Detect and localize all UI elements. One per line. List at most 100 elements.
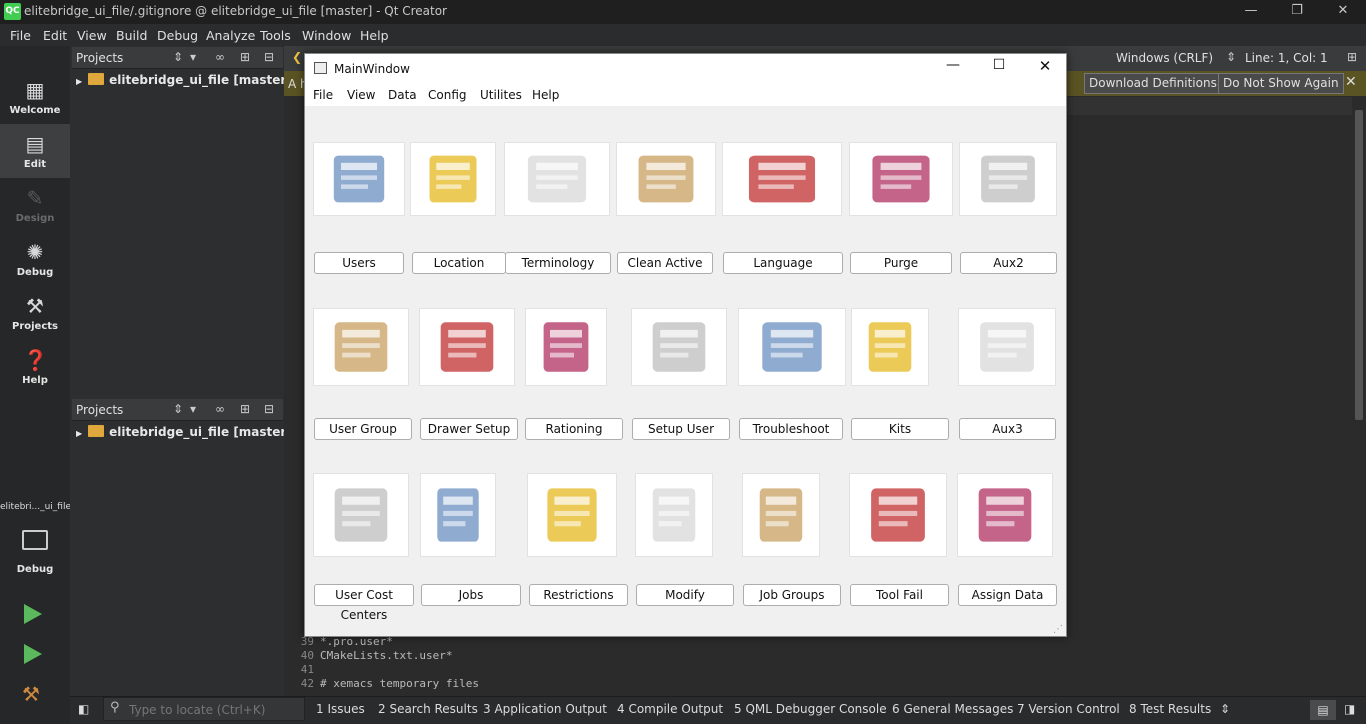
line-endings-arrows-icon[interactable]: ⇕ [1226,50,1236,64]
mw-menu-config[interactable]: Config [428,88,467,102]
mw-minimize-icon[interactable]: — [935,57,971,73]
locator: ⚲ [103,697,305,721]
mode-edit[interactable]: ▤ Edit [0,124,70,178]
do-not-show-again-button[interactable]: Do Not Show Again [1218,73,1344,94]
user-group-button[interactable]: User Group [314,418,412,440]
tool-fail-icon [849,473,947,557]
menu-bar: File Edit View Build Debug Analyze Tools… [0,24,1366,46]
toggle-right-sidebar-icon[interactable]: ◨ [1344,702,1355,716]
mw-maximize-icon[interactable]: ☐ [981,57,1017,73]
menu-file[interactable]: File [10,28,31,43]
menu-tools[interactable]: Tools [260,28,291,43]
split-editor-icon[interactable]: ⊞ [1347,50,1357,64]
link-icon[interactable]: ∞ [215,50,225,64]
bug-icon: ✺ [26,240,44,264]
output-pane-icon[interactable]: ▤ [1310,700,1336,720]
download-definitions-button[interactable]: Download Definitions [1084,73,1222,94]
debug-run-icon[interactable] [24,644,42,664]
user-cost-centers-button[interactable]: User Cost Centers [314,584,414,622]
menu-analyze[interactable]: Analyze [206,28,255,43]
output-tab-compile-output[interactable]: 4 Compile Output [617,702,723,716]
users-button[interactable]: Users [314,252,404,274]
output-tab-qml-debugger[interactable]: 5 QML Debugger Console [734,702,887,716]
modify-button[interactable]: Modify [636,584,734,606]
aux2-button[interactable]: Aux2 [960,252,1057,274]
mw-close-icon[interactable]: ✕ [1027,57,1063,75]
job-groups-button[interactable]: Job Groups [743,584,841,606]
mw-menu-file[interactable]: File [313,88,333,102]
mode-projects[interactable]: ⚒ Projects [0,286,70,340]
cursor-position[interactable]: Line: 1, Col: 1 [1245,51,1328,65]
project-tree-item-top[interactable]: ▶ elitebridge_ui_file [master] [76,73,292,87]
rationing-button[interactable]: Rationing [525,418,623,440]
menu-view[interactable]: View [77,28,107,43]
monitor-icon[interactable] [22,530,48,550]
menu-build[interactable]: Build [116,28,147,43]
mw-menu-view[interactable]: View [347,88,375,102]
main-window: MainWindow — ☐ ✕ File View Data Config U… [304,53,1067,637]
menu-debug[interactable]: Debug [157,28,198,43]
editor-scrollbar[interactable] [1352,96,1366,696]
output-tab-general-messages[interactable]: 6 General Messages [892,702,1013,716]
language-button[interactable]: Language [723,252,843,274]
close-pane-icon[interactable]: ⊟ [264,402,274,416]
split-icon[interactable]: ⊞ [240,50,250,64]
jobs-button[interactable]: Jobs [421,584,521,606]
troubleshoot-button[interactable]: Troubleshoot [739,418,843,440]
restrictions-button[interactable]: Restrictions [529,584,628,606]
mw-menu-utilites[interactable]: Utilites [480,88,522,102]
mode-help[interactable]: ❓ Help [0,340,70,394]
kits-button[interactable]: Kits [851,418,949,440]
output-tab-version-control[interactable]: 7 Version Control [1017,702,1120,716]
mode-design[interactable]: ✎ Design [0,178,70,232]
close-icon[interactable]: ✕ [1320,0,1366,24]
split-icon[interactable]: ⊞ [240,402,250,416]
location-button[interactable]: Location [412,252,506,274]
purge-button[interactable]: Purge [850,252,952,274]
output-tab-search-results[interactable]: 2 Search Results [378,702,478,716]
setup-user-button[interactable]: Setup User [632,418,730,440]
drawer-setup-button[interactable]: Drawer Setup [420,418,518,440]
restore-icon[interactable]: ❐ [1274,0,1320,24]
view-select-arrows-icon[interactable]: ⇕ [173,402,183,416]
expand-arrow-icon[interactable]: ▶ [76,77,82,86]
run-icon[interactable] [24,604,42,624]
filter-icon[interactable]: ▾ [190,50,196,64]
aux3-button[interactable]: Aux3 [959,418,1056,440]
filter-icon[interactable]: ▾ [190,402,196,416]
more-tabs-arrows-icon[interactable]: ⇕ [1220,702,1230,716]
window-title: elitebridge_ui_file/.gitignore @ elitebr… [24,4,447,18]
grid-icon: ▦ [25,78,45,102]
job-groups-icon [742,473,820,557]
back-arrow-icon[interactable]: ❮ [292,50,302,64]
line-endings[interactable]: Windows (CRLF) [1116,51,1213,65]
output-tab-application-output[interactable]: 3 Application Output [483,702,607,716]
output-tab-issues[interactable]: 1 Issues [316,702,365,716]
terminology-button[interactable]: Terminology [505,252,611,274]
mw-menu-data[interactable]: Data [388,88,417,102]
view-select-arrows-icon[interactable]: ⇕ [173,50,183,64]
close-info-icon[interactable]: ✕ [1345,74,1357,90]
kit-target[interactable]: elitebri..._ui_file [0,502,71,512]
minimize-icon[interactable]: — [1228,0,1274,24]
aux3-documents-icon [958,308,1056,386]
size-grip-icon[interactable]: ⋰ [1053,624,1063,635]
link-icon[interactable]: ∞ [215,402,225,416]
locator-input[interactable] [129,701,299,718]
mode-debug[interactable]: ✺ Debug [0,232,70,286]
project-tree-item-bottom[interactable]: ▶ elitebridge_ui_file [master] [76,425,292,439]
toggle-sidebar-icon[interactable]: ◧ [78,702,89,716]
tool-fail-button[interactable]: Tool Fail [850,584,949,606]
mode-welcome[interactable]: ▦ Welcome [0,70,70,124]
assign-data-button[interactable]: Assign Data [958,584,1057,606]
mw-menu-help[interactable]: Help [532,88,559,102]
clean-active-button[interactable]: Clean Active [617,252,713,274]
menu-window[interactable]: Window [302,28,351,43]
menu-help[interactable]: Help [360,28,389,43]
menu-edit[interactable]: Edit [43,28,67,43]
close-pane-icon[interactable]: ⊟ [264,50,274,64]
output-tab-test-results[interactable]: 8 Test Results [1129,702,1211,716]
expand-arrow-icon[interactable]: ▶ [76,429,82,438]
scrollbar-thumb[interactable] [1355,110,1363,420]
build-hammer-icon[interactable]: ⚒ [22,682,40,706]
